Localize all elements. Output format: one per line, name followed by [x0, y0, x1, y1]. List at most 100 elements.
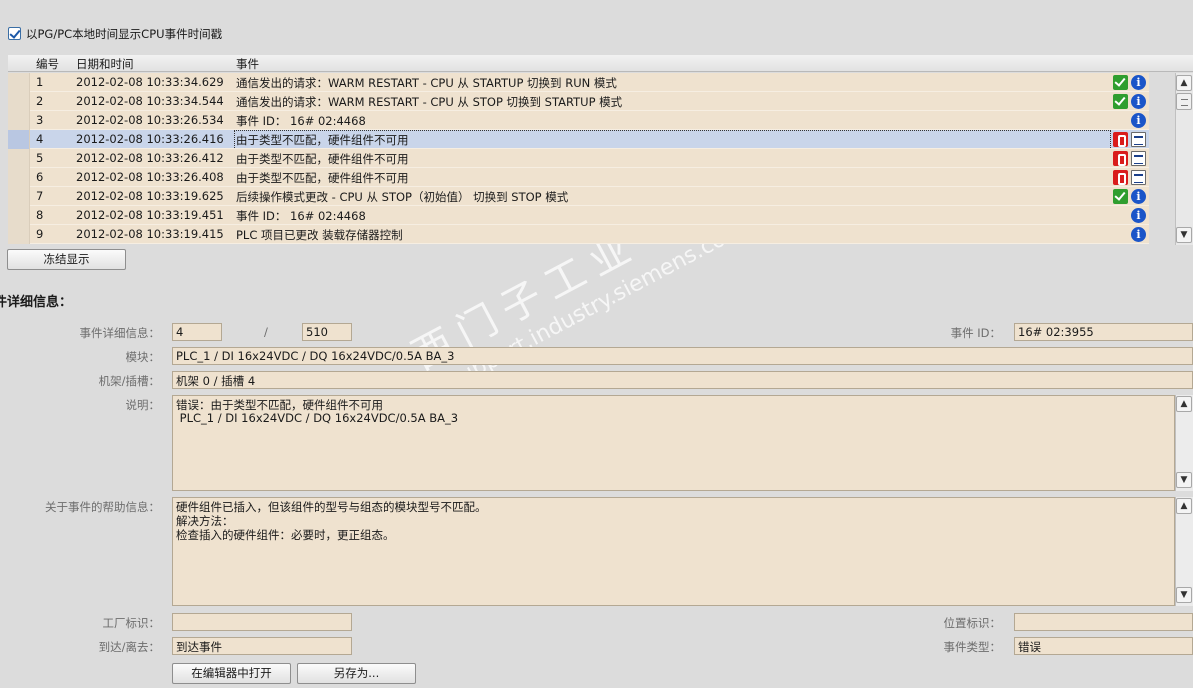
- table-row[interactable]: 3 2012-02-08 10:33:26.534 事件 ID： 16# 02:4…: [8, 111, 1149, 130]
- table-row[interactable]: 8 2012-02-08 10:33:19.451 事件 ID： 16# 02:4…: [8, 206, 1149, 225]
- description-scroll-down[interactable]: ▼: [1176, 472, 1192, 488]
- scroll-up-button[interactable]: ▲: [1176, 75, 1192, 91]
- row-event: 事件 ID： 16# 02:4468: [236, 114, 366, 128]
- help-label: 关于事件的帮助信息：: [45, 500, 160, 514]
- check-icon: [1113, 75, 1128, 90]
- scroll-thumb[interactable]: [1176, 93, 1192, 110]
- header-datetime[interactable]: 日期和时间: [76, 56, 134, 72]
- header-no[interactable]: 编号: [36, 56, 59, 72]
- row-event: 事件 ID： 16# 02:4468: [236, 209, 366, 223]
- save-as-button[interactable]: 另存为...: [297, 663, 416, 684]
- plant-id-label: 工厂标识：: [102, 616, 161, 630]
- local-time-checkbox[interactable]: [8, 27, 21, 40]
- arrival-field: 到达事件: [172, 637, 352, 655]
- events-table-header: 编号 日期和时间 事件: [8, 55, 1193, 72]
- events-scrollbar[interactable]: ▲ ▼: [1175, 73, 1193, 245]
- description-line: PLC_1 / DI 16x24VDC / DQ 16x24VDC/0.5A B…: [176, 411, 459, 425]
- description-textarea[interactable]: 错误：由于类型不匹配，硬件组件不可用 PLC_1 / DI 16x24VDC /…: [172, 395, 1175, 491]
- row-number: 4: [36, 132, 44, 146]
- row-selector[interactable]: [8, 168, 30, 187]
- help-scroll-down[interactable]: ▼: [1176, 587, 1192, 603]
- error-icon: [1113, 170, 1128, 185]
- table-row[interactable]: 4 2012-02-08 10:33:26.416 由于类型不匹配，硬件组件不可用: [8, 130, 1149, 150]
- module-field: PLC_1 / DI 16x24VDC / DQ 16x24VDC/0.5A B…: [172, 347, 1193, 365]
- rack-slot-label: 机架/插槽：: [98, 374, 160, 388]
- description-scroll-up[interactable]: ▲: [1176, 396, 1192, 412]
- scroll-down-button[interactable]: ▼: [1176, 227, 1192, 243]
- help-scrollbar[interactable]: ▲ ▼: [1175, 497, 1193, 606]
- table-row[interactable]: 6 2012-02-08 10:33:26.408 由于类型不匹配，硬件组件不可用: [8, 168, 1149, 187]
- row-selector[interactable]: [8, 73, 30, 92]
- help-line: 硬件组件已插入，但该组件的型号与组态的模块型号不匹配。: [176, 500, 487, 514]
- info-icon: i: [1131, 94, 1146, 109]
- table-row[interactable]: 7 2012-02-08 10:33:19.625 后续操作模式更改 - CPU 从…: [8, 187, 1149, 206]
- help-scroll-up[interactable]: ▲: [1176, 498, 1192, 514]
- row-event: 由于类型不匹配，硬件组件不可用: [234, 130, 1111, 150]
- row-number: 6: [36, 170, 44, 184]
- row-datetime: 2012-02-08 10:33:26.534: [76, 113, 224, 127]
- row-datetime: 2012-02-08 10:33:34.544: [76, 94, 224, 108]
- row-event: PLC 项目已更改 装载存储器控制: [236, 228, 403, 242]
- row-selector[interactable]: [8, 206, 30, 225]
- info-icon: i: [1131, 113, 1146, 128]
- row-number: 2: [36, 94, 44, 108]
- acknowledge-icon: [1131, 132, 1146, 147]
- event-separator: /: [264, 325, 268, 339]
- row-datetime: 2012-02-08 10:33:19.451: [76, 208, 224, 222]
- acknowledge-icon: [1131, 170, 1146, 185]
- module-label: 模块：: [125, 350, 161, 364]
- acknowledge-icon: [1131, 151, 1146, 166]
- help-textarea[interactable]: 硬件组件已插入，但该组件的型号与组态的模块型号不匹配。 解决方法： 检查插入的硬…: [172, 497, 1175, 606]
- row-selector[interactable]: [8, 130, 30, 149]
- details-section-title: 件详细信息：: [0, 295, 73, 310]
- location-id-label: 位置标识：: [943, 616, 1002, 630]
- row-event: 通信发出的请求：WARM RESTART - CPU 从 STOP 切换到 ST…: [236, 95, 623, 109]
- row-datetime: 2012-02-08 10:33:26.416: [76, 132, 224, 146]
- row-event: 通信发出的请求：WARM RESTART - CPU 从 STARTUP 切换到…: [236, 76, 617, 90]
- location-id-field: [1014, 613, 1193, 631]
- check-icon: [1113, 94, 1128, 109]
- row-number: 3: [36, 113, 44, 127]
- row-selector[interactable]: [8, 225, 30, 244]
- info-icon: i: [1131, 189, 1146, 204]
- table-row[interactable]: 2 2012-02-08 10:33:34.544 通信发出的请求：WARM RES…: [8, 92, 1149, 111]
- arrival-label: 到达/离去：: [98, 640, 160, 654]
- event-detail-label: 事件详细信息：: [79, 326, 161, 340]
- local-time-checkbox-label: 以PG/PC本地时间显示CPU事件时间戳: [26, 27, 223, 41]
- row-selector[interactable]: [8, 111, 30, 130]
- description-label: 说明：: [125, 398, 161, 412]
- row-number: 8: [36, 208, 44, 222]
- freeze-display-button[interactable]: 冻结显示: [7, 249, 126, 270]
- row-datetime: 2012-02-08 10:33:34.629: [76, 75, 224, 89]
- event-id-label: 事件 ID：: [950, 326, 1001, 340]
- help-line: 解决方法：: [176, 514, 234, 528]
- description-scrollbar[interactable]: ▲ ▼: [1175, 395, 1193, 491]
- table-row[interactable]: 1 2012-02-08 10:33:34.629 通信发出的请求：WARM RES…: [8, 73, 1149, 92]
- event-id-field: 16# 02:3955: [1014, 323, 1193, 341]
- row-datetime: 2012-02-08 10:33:19.415: [76, 227, 224, 241]
- description-line: 错误：由于类型不匹配，硬件组件不可用: [176, 398, 383, 412]
- row-datetime: 2012-02-08 10:33:26.408: [76, 170, 224, 184]
- event-index-field[interactable]: 4: [172, 323, 222, 341]
- row-selector[interactable]: [8, 149, 30, 168]
- table-row[interactable]: 5 2012-02-08 10:33:26.412 由于类型不匹配，硬件组件不可用: [8, 149, 1149, 168]
- row-event: 由于类型不匹配，硬件组件不可用: [236, 152, 409, 166]
- error-icon: [1113, 151, 1128, 166]
- row-selector[interactable]: [8, 187, 30, 206]
- header-event[interactable]: 事件: [236, 56, 259, 72]
- row-datetime: 2012-02-08 10:33:26.412: [76, 151, 224, 165]
- open-in-editor-button[interactable]: 在编辑器中打开: [172, 663, 291, 684]
- info-icon: i: [1131, 227, 1146, 242]
- row-number: 5: [36, 151, 44, 165]
- table-row[interactable]: 9 2012-02-08 10:33:19.415 PLC 项目已更改 装载存储器控…: [8, 225, 1149, 244]
- event-total-field: 510: [302, 323, 352, 341]
- plant-id-field: [172, 613, 352, 631]
- events-table: 编号 日期和时间 事件 1 2012-02-08 10:33:34.629 通信发出…: [8, 55, 1193, 245]
- row-selector[interactable]: [8, 92, 30, 111]
- row-number: 1: [36, 75, 44, 89]
- check-icon: [1113, 189, 1128, 204]
- info-icon: i: [1131, 208, 1146, 223]
- info-icon: i: [1131, 75, 1146, 90]
- event-type-field: 错误: [1014, 637, 1193, 655]
- error-icon: [1113, 132, 1128, 147]
